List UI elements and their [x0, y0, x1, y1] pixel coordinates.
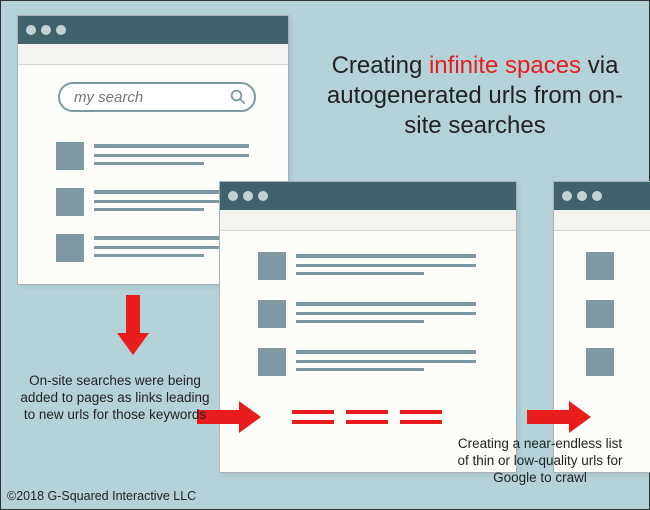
result-line	[296, 312, 476, 315]
address-bar	[18, 44, 288, 65]
result-line	[296, 350, 476, 354]
result-line	[296, 302, 476, 306]
window-dot-icon	[592, 191, 602, 201]
caption-2: Creating a near-endless list of thin or …	[455, 436, 625, 487]
generated-link	[400, 420, 442, 424]
window-dot-icon	[258, 191, 268, 201]
result-thumb	[258, 300, 286, 328]
result-line	[296, 264, 476, 267]
result-line	[296, 360, 476, 363]
window-titlebar	[554, 182, 650, 210]
window-dot-icon	[228, 191, 238, 201]
headline-highlight: infinite spaces	[429, 52, 581, 79]
headline: Creating infinite spaces via autogenerat…	[325, 51, 625, 141]
result-thumb	[56, 188, 84, 216]
window-dot-icon	[56, 25, 66, 35]
browser-window-2	[219, 181, 517, 473]
window-dot-icon	[577, 191, 587, 201]
caption-1: On-site searches were being added to pag…	[15, 373, 215, 424]
headline-pre: Creating	[332, 52, 429, 79]
result-thumb	[586, 348, 614, 376]
result-line	[94, 154, 249, 157]
window-dot-icon	[41, 25, 51, 35]
result-line	[94, 162, 204, 165]
copyright: ©2018 G-Squared Interactive LLC	[7, 489, 196, 503]
address-bar	[220, 210, 516, 231]
generated-link	[292, 420, 334, 424]
window-dot-icon	[26, 25, 36, 35]
result-thumb	[586, 252, 614, 280]
search-input[interactable]	[72, 88, 196, 107]
generated-link	[400, 410, 442, 414]
browser-window-3	[553, 181, 650, 473]
window-dot-icon	[243, 191, 253, 201]
result-line	[94, 254, 204, 257]
result-thumb	[258, 348, 286, 376]
result-thumb	[56, 142, 84, 170]
window-titlebar	[18, 16, 288, 44]
result-line	[296, 254, 476, 258]
result-line	[94, 208, 204, 211]
address-bar	[554, 210, 650, 231]
result-line	[296, 272, 424, 275]
result-line	[94, 144, 249, 148]
result-thumb	[586, 300, 614, 328]
result-thumb	[258, 252, 286, 280]
result-line	[296, 368, 424, 371]
search-icon[interactable]	[222, 84, 254, 110]
window-dot-icon	[562, 191, 572, 201]
generated-link	[292, 410, 334, 414]
result-line	[296, 320, 424, 323]
result-thumb	[56, 234, 84, 262]
generated-link	[346, 410, 388, 414]
search-field[interactable]	[58, 82, 256, 112]
window-titlebar	[220, 182, 516, 210]
generated-link	[346, 420, 388, 424]
